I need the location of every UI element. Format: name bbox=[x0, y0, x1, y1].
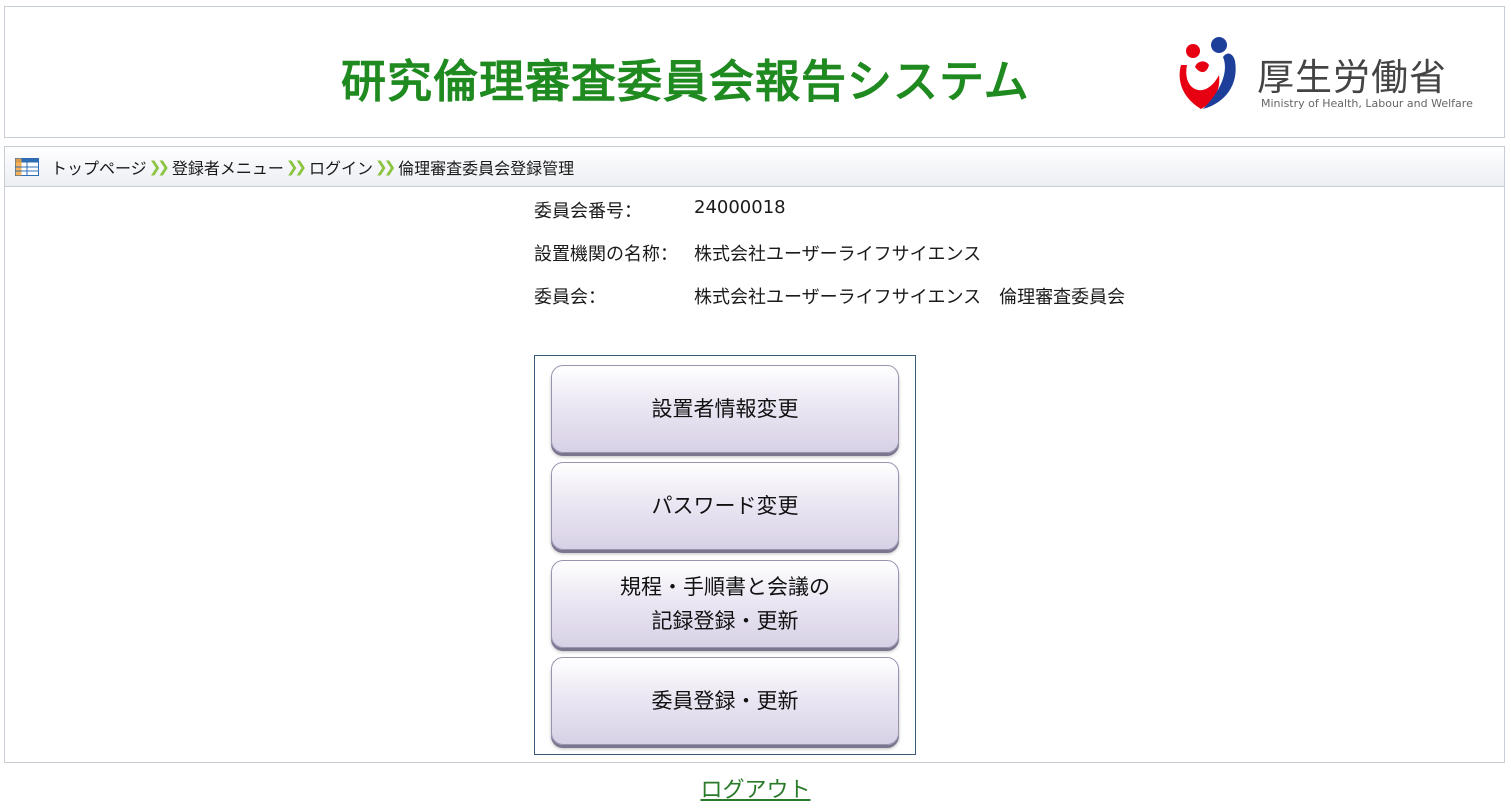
logout-link[interactable]: ログアウト bbox=[700, 778, 810, 803]
ministry-name: 厚生労働省 bbox=[1257, 56, 1447, 99]
breadcrumb-separator-icon: ❯❯ bbox=[285, 157, 307, 176]
register-rules-records-line2: 記録登録・更新 bbox=[651, 609, 799, 633]
ministry-logo: 厚生労働省 Ministry of Health, Labour and Wel… bbox=[1173, 31, 1473, 121]
breadcrumb-item-login[interactable]: ログイン bbox=[309, 155, 373, 179]
main-panel: トップページ ❯❯ 登録者メニュー ❯❯ ログイン ❯❯ 倫理審査委員会登録管理… bbox=[4, 146, 1505, 763]
breadcrumb: トップページ ❯❯ 登録者メニュー ❯❯ ログイン ❯❯ 倫理審査委員会登録管理 bbox=[5, 147, 1504, 187]
breadcrumb-item-top[interactable]: トップページ bbox=[51, 155, 147, 179]
register-rules-records-line1: 規程・手順書と会議の bbox=[620, 575, 830, 599]
ministry-emblem-icon bbox=[1179, 37, 1236, 109]
breadcrumb-separator-icon: ❯❯ bbox=[375, 157, 396, 176]
institution-label: 設置機関の名称： bbox=[534, 244, 678, 265]
change-installer-info-label: 設置者情報変更 bbox=[651, 397, 799, 421]
site-header: 研究倫理審査委員会報告システム 厚生労働省 Ministry of Health… bbox=[4, 6, 1505, 138]
register-members-label: 委員登録・更新 bbox=[651, 689, 799, 713]
register-rules-records-label: 規程・手順書と会議の 記録登録・更新 bbox=[620, 570, 830, 638]
register-members-button[interactable]: 委員登録・更新 bbox=[551, 657, 899, 745]
breadcrumb-item-current: 倫理審査委員会登録管理 bbox=[398, 158, 575, 178]
change-installer-info-button[interactable]: 設置者情報変更 bbox=[551, 365, 899, 453]
institution-value: 株式会社ユーザーライフサイエンス bbox=[694, 244, 982, 265]
menu-button-panel: 設置者情報変更 パスワード変更 規程・手順書と会議の 記録登録・更新 委員登録・… bbox=[534, 355, 916, 755]
committee-value: 株式会社ユーザーライフサイエンス 倫理審査委員会 bbox=[694, 287, 1126, 308]
change-password-label: パスワード変更 bbox=[651, 494, 799, 518]
committee-number-label: 委員会番号： bbox=[534, 201, 642, 222]
system-title: 研究倫理審査委員会報告システム bbox=[341, 55, 1030, 108]
committee-number-value: 24000018 bbox=[694, 197, 786, 218]
logout-container: ログアウト bbox=[0, 772, 1511, 804]
breadcrumb-item-registrant-menu[interactable]: 登録者メニュー bbox=[172, 155, 284, 179]
ministry-english-name: Ministry of Health, Labour and Welfare bbox=[1261, 97, 1473, 110]
register-rules-records-button[interactable]: 規程・手順書と会議の 記録登録・更新 bbox=[551, 560, 899, 648]
change-password-button[interactable]: パスワード変更 bbox=[551, 462, 899, 550]
table-icon bbox=[15, 157, 39, 176]
breadcrumb-separator-icon: ❯❯ bbox=[148, 157, 170, 176]
committee-label: 委員会： bbox=[534, 287, 606, 308]
